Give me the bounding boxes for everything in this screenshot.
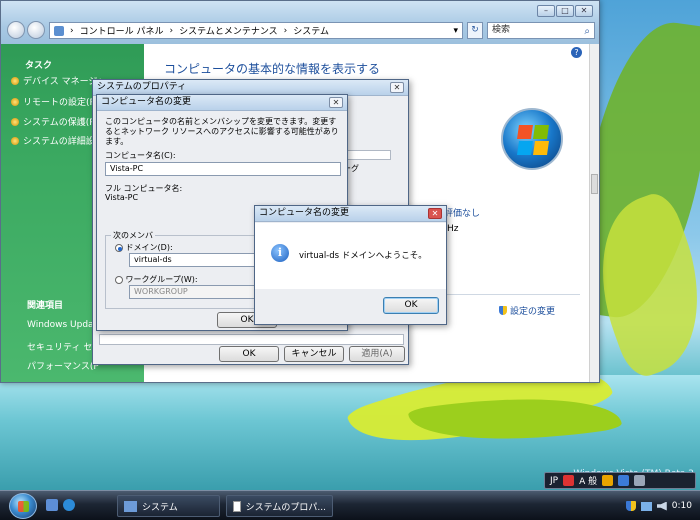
refresh-button[interactable]: ↻: [467, 22, 483, 39]
back-button[interactable]: [7, 21, 25, 39]
search-icon[interactable]: ⌕: [584, 24, 590, 39]
shield-icon: [499, 306, 507, 315]
forward-button[interactable]: [27, 21, 45, 39]
info-icon: i: [271, 244, 289, 262]
workgroup-radio[interactable]: ワークグループ(W):: [115, 274, 198, 285]
change-settings-link[interactable]: 設定の変更: [499, 304, 555, 317]
shield-icon: [11, 76, 19, 85]
dialog-title: コンピュータ名の変更: [259, 208, 350, 218]
search-input[interactable]: 検索 ⌕: [487, 22, 595, 39]
dialog-panel-bottom: [99, 334, 404, 345]
ime-icon[interactable]: [563, 475, 575, 486]
sidebar-link-performance[interactable]: パフォーマンス(P: [27, 359, 99, 372]
ok-button[interactable]: OK: [219, 346, 279, 362]
internet-explorer-icon[interactable]: [63, 499, 75, 511]
help-icon[interactable]: [618, 475, 630, 486]
show-desktop-icon[interactable]: [46, 499, 58, 511]
close-button[interactable]: ✕: [428, 208, 442, 219]
close-button[interactable]: ✕: [575, 5, 593, 17]
scrollbar-thumb[interactable]: [591, 174, 598, 194]
security-shield-icon[interactable]: [625, 501, 636, 511]
breadcrumb-system-maintenance[interactable]: システムとメンテナンス: [179, 24, 278, 37]
domain-radio-label: ドメイン(D):: [125, 243, 173, 252]
volume-icon[interactable]: [656, 501, 667, 511]
apply-button[interactable]: 適用(A): [349, 346, 405, 362]
sidebar-item-remote-settings[interactable]: リモートの設定(R): [11, 95, 99, 108]
control-panel-icon: [124, 500, 137, 512]
breadcrumb-system[interactable]: システム: [293, 24, 329, 37]
close-button[interactable]: ✕: [390, 82, 404, 93]
change-settings-label: 設定の変更: [510, 307, 556, 317]
breadcrumb-control-panel[interactable]: コントロール パネル: [80, 24, 164, 37]
logo-red-pane: [517, 125, 533, 139]
ime-pad-icon[interactable]: [602, 475, 614, 486]
shield-icon: [11, 117, 19, 126]
computer-name-input[interactable]: Vista-PC: [105, 162, 341, 176]
maximize-button[interactable]: □: [556, 5, 574, 17]
section-divider: [444, 294, 580, 295]
taskbar-button-label: システムのプロパ...: [245, 502, 326, 513]
description-text: このコンピュータの名前とメンバシップを変更できます。変更するとネットワーク リソ…: [105, 117, 339, 146]
window-frame: – □ ✕ › コントロール パネル › システムとメンテナンス › システム …: [1, 1, 599, 44]
search-placeholder: 検索: [492, 25, 511, 35]
taskbar: システム システムのプロパ... 0:10: [0, 490, 700, 520]
page-title: コンピュータの基本的な情報を表示する: [164, 62, 381, 76]
window-icon: [233, 500, 241, 512]
ok-button[interactable]: OK: [383, 297, 439, 314]
workgroup-radio-label: ワークグループ(W):: [125, 275, 198, 284]
full-name-value: Vista-PC: [105, 193, 139, 202]
radio-unselected-icon: [115, 275, 123, 284]
taskbar-button-system-properties[interactable]: システムのプロパ...: [226, 495, 333, 517]
taskbar-button-system[interactable]: システム: [117, 495, 220, 517]
taskbar-button-label: システム: [142, 502, 178, 513]
sidebar-item-label: リモートの設定(R): [23, 98, 100, 108]
notification-area: 0:10: [600, 491, 700, 520]
address-dropdown-icon[interactable]: ▾: [453, 26, 458, 36]
processor-speed-unit: Hz: [447, 224, 459, 234]
start-button[interactable]: [9, 493, 37, 519]
logo-yellow-pane: [533, 141, 549, 155]
welcome-message: virtual-ds ドメインへようこそ。: [299, 251, 427, 261]
performance-rating-link[interactable]: 評価なし: [444, 206, 480, 219]
clock[interactable]: 0:10: [672, 501, 692, 511]
close-button[interactable]: ✕: [329, 97, 343, 108]
windows-logo: [501, 108, 563, 170]
computer-name-label: コンピュータ名(C):: [105, 151, 176, 160]
ime-mode[interactable]: A 般: [579, 474, 597, 487]
tasks-heading: タスク: [25, 61, 53, 71]
options-icon[interactable]: [634, 475, 646, 486]
sidebar-item-label: システムの保護(P): [23, 118, 99, 128]
description-field[interactable]: [343, 150, 391, 160]
network-icon[interactable]: [640, 501, 652, 511]
sidebar-link-security-center[interactable]: セキュリティ セン: [27, 340, 101, 353]
navigation-bar: › コントロール パネル › システムとメンテナンス › システム ▾ ↻ 検索…: [7, 21, 597, 41]
caption-buttons: – □ ✕: [537, 5, 593, 17]
minimize-button[interactable]: –: [537, 5, 555, 17]
breadcrumb-separator-icon: ›: [283, 25, 288, 36]
help-icon[interactable]: ?: [571, 47, 582, 58]
sidebar-item-advanced-settings[interactable]: システムの詳細設定: [11, 134, 104, 147]
language-indicator[interactable]: JP: [550, 476, 558, 486]
logo-blue-pane: [517, 141, 533, 155]
related-heading: 関連項目: [27, 301, 64, 311]
radio-selected-icon: [115, 243, 123, 252]
dialog-title: コンピュータ名の変更: [101, 97, 192, 107]
breadcrumb-separator-icon: ›: [70, 25, 74, 36]
address-bar[interactable]: › コントロール パネル › システムとメンテナンス › システム ▾: [49, 22, 463, 39]
breadcrumb-separator-icon: ›: [169, 25, 174, 36]
welcome-message-box: コンピュータ名の変更 ✕ i virtual-ds ドメインへようこそ。 OK: [254, 205, 447, 325]
dialog-titlebar: コンピュータ名の変更: [255, 206, 446, 222]
sidebar-item-system-protection[interactable]: システムの保護(P): [11, 115, 98, 128]
dialog-title: システムのプロパティ: [97, 82, 187, 92]
control-panel-icon: [54, 25, 64, 36]
membership-label: 次のメンバ: [111, 230, 155, 241]
logo-green-pane: [533, 125, 549, 139]
cancel-button[interactable]: キャンセル: [284, 346, 344, 362]
dialog-titlebar: コンピュータ名の変更: [97, 95, 347, 111]
domain-radio[interactable]: ドメイン(D):: [115, 242, 173, 253]
shield-icon: [11, 97, 19, 106]
language-bar: JP A 般: [544, 472, 696, 489]
vertical-scrollbar[interactable]: [589, 44, 599, 382]
shield-icon: [11, 136, 19, 145]
